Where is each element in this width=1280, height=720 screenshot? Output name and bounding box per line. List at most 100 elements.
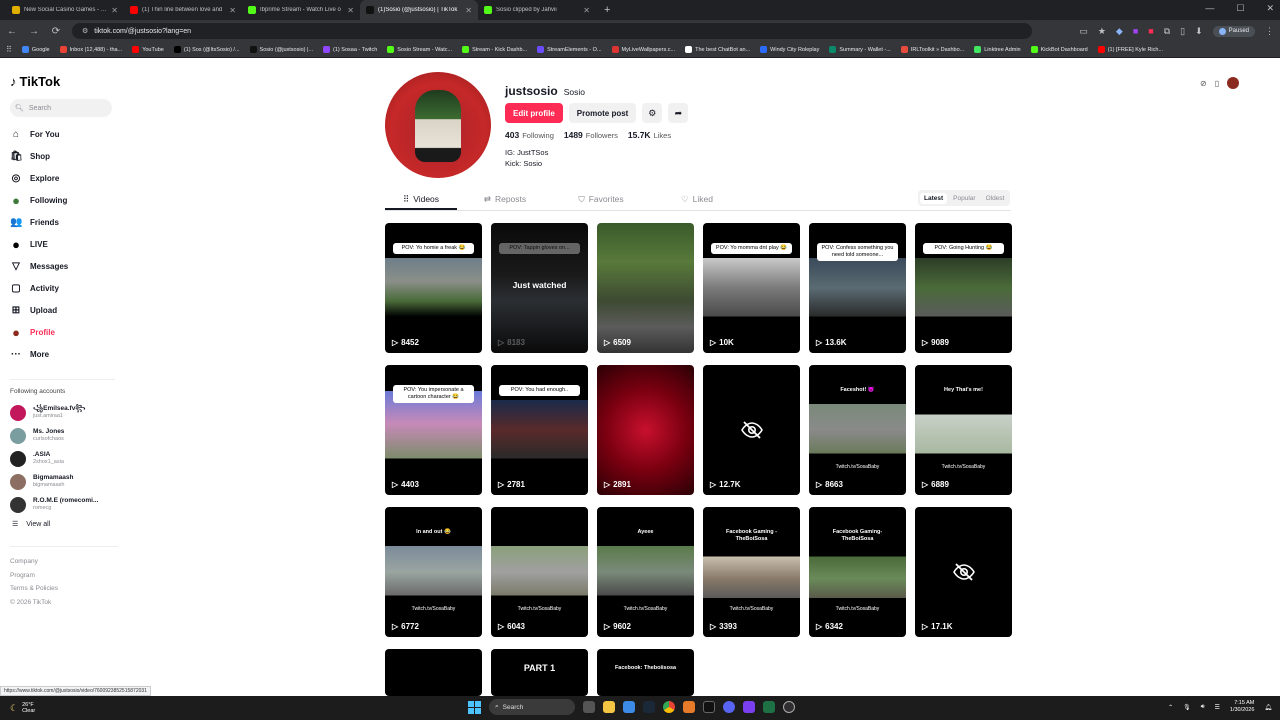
reload-icon[interactable]: ⟳: [50, 26, 62, 37]
footer-link[interactable]: Company: [10, 555, 118, 569]
site-info-icon[interactable]: ⚙: [82, 27, 88, 35]
following-account[interactable]: .ASIA 2shox1_asia: [10, 447, 115, 470]
sidebar-item-for-you[interactable]: ⌂ For You: [10, 123, 115, 145]
video-card[interactable]: POV: Tappin gloves on... Just watched ▷ 818…: [491, 223, 588, 353]
stat-following[interactable]: 403 Following: [505, 130, 554, 140]
sidebar-item-friends[interactable]: 👥 Friends: [10, 211, 115, 233]
sort-popular[interactable]: Popular: [949, 193, 979, 204]
video-card[interactable]: ▷ 17.1K: [915, 507, 1012, 637]
video-card[interactable]: POV: Yo momma dnt play 😂 ▷ 10K: [703, 223, 800, 353]
following-account[interactable]: Bigmamaash bigmamaash: [10, 470, 115, 493]
bookmark-item[interactable]: Google: [21, 46, 50, 53]
close-tab-icon[interactable]: ✕: [229, 6, 236, 15]
video-card[interactable]: POV: You impersonate a cartoon character…: [385, 365, 482, 495]
bookmark-item[interactable]: MyLiveWallpapers.c...: [611, 46, 675, 53]
windows-start-icon[interactable]: [468, 700, 481, 714]
minimize-icon[interactable]: —: [1205, 3, 1214, 14]
volume-icon[interactable]: 🔊︎: [1201, 704, 1205, 711]
bookmark-item[interactable]: Windy City Roleplay: [760, 46, 819, 53]
bookmark-item[interactable]: (1) Sos (@ItsSosio) /...: [173, 46, 240, 53]
sort-latest[interactable]: Latest: [920, 192, 948, 204]
bookmark-item[interactable]: KickBot Dashboard: [1030, 46, 1088, 53]
browser-tab[interactable]: (1) Thin line between love and ✕: [124, 0, 242, 20]
browser-tab[interactable]: Sosio clipped by Jahvii ✕: [478, 0, 596, 20]
tab-videos[interactable]: ⠿ Videos: [385, 190, 457, 210]
following-account[interactable]: Ms. Jones curlsofchaos: [10, 424, 115, 447]
extensions-puzzle-icon[interactable]: ⧉: [1164, 26, 1170, 37]
bookmark-item[interactable]: The best ChatBot an...: [685, 46, 750, 53]
bookmark-item[interactable]: (1) Sosaa - Twitch: [323, 46, 377, 53]
video-card[interactable]: POV: You had enough.. ▷ 2781: [491, 365, 588, 495]
cast-icon[interactable]: ▭: [1079, 26, 1088, 37]
promote-post-button[interactable]: Promote post: [568, 103, 637, 123]
video-card[interactable]: Facebook: Theboiisosa: [597, 649, 694, 696]
sidebar-item-messages[interactable]: ▽ Messages: [10, 255, 115, 277]
view-all-link[interactable]: ☰ View all: [10, 520, 115, 529]
mic-icon[interactable]: 🎙︎: [1183, 704, 1191, 711]
chevron-up-icon[interactable]: ⌃: [1168, 704, 1173, 711]
obs-icon[interactable]: [783, 701, 795, 713]
close-tab-icon[interactable]: ✕: [465, 6, 472, 15]
sidebar-item-live[interactable]: ● LIVE: [10, 233, 115, 255]
stat-followers[interactable]: 1489 Followers: [564, 130, 618, 140]
forward-icon[interactable]: →: [28, 26, 40, 37]
video-card[interactable]: Hey That's me! Twitch.tv/SosaBaby ▷ 6889: [915, 365, 1012, 495]
menu-icon[interactable]: ⋮: [1265, 26, 1274, 37]
chrome-icon[interactable]: [663, 701, 675, 713]
url-field[interactable]: ⚙ tiktok.com/@justsosio?lang=en: [72, 23, 1032, 39]
profile-paused-button[interactable]: Paused: [1212, 25, 1255, 37]
browser-tab[interactable]: New Social Casino Games - Pla ✕: [6, 0, 124, 20]
stat-likes[interactable]: 15.7K Likes: [628, 130, 671, 140]
share-icon[interactable]: ➦: [668, 103, 689, 123]
bookmark-item[interactable]: Summary - Wallet -...: [829, 46, 891, 53]
discord-icon[interactable]: [723, 701, 735, 713]
close-tab-icon[interactable]: ✕: [347, 6, 354, 15]
sidebar-item-more[interactable]: ··· More: [10, 343, 115, 365]
tiktok-logo[interactable]: ♪ TikTok: [10, 74, 115, 89]
video-card[interactable]: Twitch.tv/SosaBaby ▷ 6043: [491, 507, 588, 637]
footer-link[interactable]: Program: [10, 569, 118, 583]
close-tab-icon[interactable]: ✕: [583, 6, 590, 15]
capcut-icon[interactable]: [703, 701, 715, 713]
inbox-icon[interactable]: ▯: [1215, 79, 1219, 88]
settings-gear-icon[interactable]: ⚙: [642, 103, 663, 123]
video-card[interactable]: Faceshot! 😈 Twitch.tv/SosaBaby ▷ 8663: [809, 365, 906, 495]
video-card[interactable]: [385, 649, 482, 696]
edit-profile-button[interactable]: Edit profile: [505, 103, 563, 123]
bookmark-item[interactable]: IRLToolkit » Dashbo...: [900, 46, 964, 53]
tab-reposts[interactable]: ⇄ Reposts: [457, 190, 553, 210]
browser-tab[interactable]: Ibprime Stream - Watch Live o ✕: [242, 0, 360, 20]
weather-widget[interactable]: ☾ 26°F Clear: [0, 702, 35, 715]
app-icon[interactable]: [743, 701, 755, 713]
search-input[interactable]: 🔍︎ Search: [10, 99, 112, 117]
extension-icon[interactable]: ■: [1133, 26, 1138, 36]
video-card[interactable]: ▷ 6509: [597, 223, 694, 353]
video-card[interactable]: Facebook Gaming - TheBoiSosa Twitch.tv/So…: [703, 507, 800, 637]
bookmark-item[interactable]: (1) [FREE] Kyle Rich...: [1097, 46, 1163, 53]
video-card[interactable]: POV: Going Hunting 😂 ▷ 9089: [915, 223, 1012, 353]
sidebar-item-explore[interactable]: ◎ Explore: [10, 167, 115, 189]
store-icon[interactable]: [623, 701, 635, 713]
video-card[interactable]: In and out 😂 Twitch.tv/SosaBaby ▷ 6772: [385, 507, 482, 637]
maximize-icon[interactable]: ☐: [1236, 3, 1244, 14]
taskbar-search[interactable]: ⌕ Search: [489, 699, 575, 715]
sidebar-item-profile[interactable]: ● Profile: [10, 321, 115, 343]
account-avatar[interactable]: [1227, 77, 1240, 89]
video-card[interactable]: Facebook Gaming- TheBoiSosa Twitch.tv/Sos…: [809, 507, 906, 637]
bookmark-item[interactable]: StreamElements - O...: [537, 46, 602, 53]
bookmark-item[interactable]: Sosio (@justsosio) |...: [249, 46, 313, 53]
task-view-icon[interactable]: [583, 701, 595, 713]
video-card[interactable]: ▷ 12.7K: [703, 365, 800, 495]
bookmark-item[interactable]: Linktree Admin: [974, 46, 1021, 53]
bookmark-item[interactable]: Stream - Kick Dashb...: [462, 46, 527, 53]
video-card[interactable]: POV: Confess something you need told som…: [809, 223, 906, 353]
sidebar-item-upload[interactable]: ⊞ Upload: [10, 299, 115, 321]
video-card[interactable]: Ayeee Twitch.tv/SosaBaby ▷ 9602: [597, 507, 694, 637]
sidebar-item-following[interactable]: ● Following: [10, 189, 115, 211]
video-card[interactable]: POV: Yo homie a freak 😂 ▷ 8452: [385, 223, 482, 353]
notification-bell-icon[interactable]: 🔔︎: [1264, 704, 1272, 711]
bookmark-item[interactable]: YouTube: [132, 46, 164, 53]
app-icon[interactable]: [683, 701, 695, 713]
sidebar-item-activity[interactable]: ▢ Activity: [10, 277, 115, 299]
apps-icon[interactable]: ⠿: [6, 45, 12, 54]
